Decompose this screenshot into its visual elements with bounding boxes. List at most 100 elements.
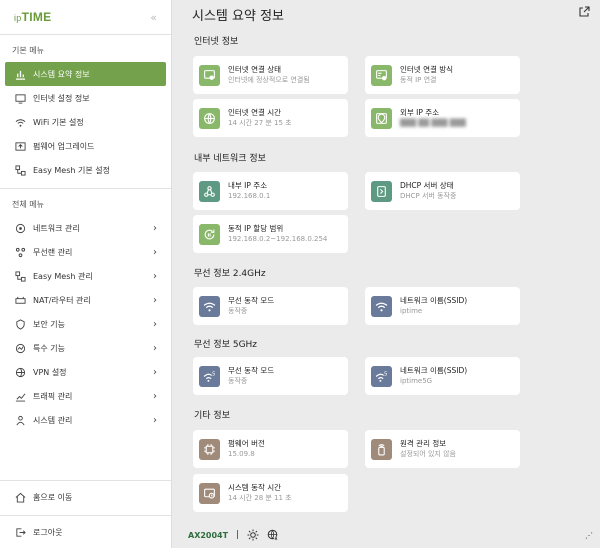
card-title: 네트워크 이름(SSID): [400, 366, 468, 375]
sidebar-item-system-summary[interactable]: 시스템 요약 정보: [5, 62, 166, 86]
card-value: 14 시간 28 분 11 초: [228, 494, 292, 502]
chevron-right-icon: ›: [153, 270, 157, 282]
collapse-sidebar-icon[interactable]: «: [150, 11, 157, 24]
divider: [0, 480, 172, 481]
chart-icon: [14, 68, 26, 80]
sidebar-item-vpn[interactable]: VPN 설정 ›: [0, 360, 171, 384]
network-icon: [14, 222, 26, 234]
sidebar-item-label: 무선랜 관리: [33, 247, 73, 257]
logo-row: ipTIME «: [0, 0, 171, 34]
card-remote-management: 원격 관리 정보 설정되어 있지 않음: [365, 430, 520, 468]
wifi-icon: [199, 295, 220, 317]
card-value: 192.168.0.1: [228, 192, 271, 200]
sidebar-item-label: WiFi 기본 설정: [33, 117, 84, 127]
card-system-uptime: 시스템 동작 시간 14 시간 28 분 11 초: [193, 474, 348, 512]
card-title: 시스템 동작 시간: [228, 483, 282, 492]
sidebar-item-label: VPN 설정: [33, 367, 67, 377]
card-value: iptime: [400, 307, 423, 315]
sidebar-item-system[interactable]: 시스템 관리 ›: [0, 408, 171, 432]
sidebar-item-easy-mesh[interactable]: Easy Mesh 관리 ›: [0, 264, 171, 288]
divider: [0, 515, 172, 516]
vpn-icon: [14, 366, 26, 378]
system-clock-icon: [199, 482, 220, 504]
remote-device-icon: [371, 438, 392, 460]
sidebar-item-label: 특수 기능: [33, 343, 65, 353]
group-title-internet: 인터넷 정보: [194, 37, 239, 47]
svg-text:5: 5: [384, 371, 387, 377]
wifi-icon: [14, 116, 26, 128]
card-title: 인터넷 연결 상태: [228, 65, 282, 74]
ip-cycle-icon: [199, 223, 220, 245]
card-internal-ip: 내부 IP 주소 192.168.0.1: [193, 172, 348, 210]
traffic-icon: [14, 390, 26, 402]
page-title: 시스템 요약 정보: [192, 9, 284, 24]
sidebar-item-wireless[interactable]: 무선랜 관리 ›: [0, 240, 171, 264]
mesh-icon: [14, 270, 26, 282]
language-icon[interactable]: [267, 529, 279, 541]
sidebar-item-easy-mesh-basic[interactable]: Easy Mesh 기본 설정: [0, 158, 171, 182]
logout-button[interactable]: 로그아웃: [0, 520, 172, 544]
card-title: 원격 관리 정보: [400, 439, 447, 448]
network-nodes-icon: [199, 180, 220, 202]
card-wireless5-mode: 5 무선 동작 모드 동작중: [193, 357, 348, 395]
sidebar-item-wifi-basic[interactable]: WiFi 기본 설정: [0, 110, 171, 134]
card-title: 외부 IP 주소: [400, 108, 440, 117]
sidebar-item-traffic[interactable]: 트래픽 관리 ›: [0, 384, 171, 408]
card-value: 192.168.0.2~192.168.0.254: [228, 235, 328, 243]
home-icon: [14, 491, 26, 503]
card-value: 14 시간 27 분 15 초: [228, 119, 292, 127]
sidebar-item-firmware-upgrade[interactable]: 펌웨어 업그레이드: [0, 134, 171, 158]
dhcp-server-icon: [371, 180, 392, 202]
router-icon: [14, 294, 26, 306]
card-title: 펌웨어 버전: [228, 439, 265, 448]
sun-icon[interactable]: [247, 529, 259, 541]
special-icon: [14, 342, 26, 354]
sidebar-item-network[interactable]: 네트워크 관리 ›: [0, 216, 171, 240]
chevron-right-icon: ›: [153, 222, 157, 234]
monitor-icon: [14, 92, 26, 104]
card-value: iptime5G: [400, 377, 433, 385]
sidebar-item-nat-router[interactable]: NAT/라우터 관리 ›: [0, 288, 171, 312]
card-title: 내부 IP 주소: [228, 181, 268, 190]
sidebar-item-internet-settings[interactable]: 인터넷 설정 정보: [0, 86, 171, 110]
sidebar-item-special[interactable]: 특수 기능 ›: [0, 336, 171, 360]
chevron-right-icon: ›: [153, 366, 157, 378]
sidebar-item-label: 보안 기능: [33, 319, 65, 329]
internet-method-icon: [371, 64, 392, 86]
card-wireless24-ssid: 네트워크 이름(SSID) iptime: [365, 287, 520, 325]
card-value: DHCP 서버 동작중: [400, 192, 457, 200]
wifi-icon: [371, 295, 392, 317]
sidebar-item-label: NAT/라우터 관리: [33, 295, 91, 305]
card-value: 동작중: [228, 377, 248, 385]
group-title-wireless-24: 무선 정보 2.4GHz: [194, 269, 266, 279]
card-value: 동적 IP 연결: [400, 76, 437, 84]
sidebar-item-label: 네트워크 관리: [33, 223, 80, 233]
sidebar-item-security[interactable]: 보안 기능 ›: [0, 312, 171, 336]
group-title-internal-network: 내부 네트워크 정보: [194, 154, 266, 164]
globe-icon: [199, 107, 220, 129]
export-icon[interactable]: [578, 6, 590, 18]
chevron-right-icon: ›: [153, 318, 157, 330]
location-pin-icon: [371, 107, 392, 129]
card-internet-status: 인터넷 연결 상태 인터넷에 정상적으로 연결됨: [193, 56, 348, 94]
sidebar-item-label: 시스템 요약 정보: [33, 69, 90, 79]
shield-icon: [14, 318, 26, 330]
card-wireless24-mode: 무선 동작 모드 동작중: [193, 287, 348, 325]
iptime-logo[interactable]: ipTIME: [14, 10, 51, 24]
all-menu-label: 전체 메뉴: [12, 200, 44, 209]
svg-text:5: 5: [212, 371, 215, 377]
chevron-right-icon: ›: [153, 414, 157, 426]
group-title-other: 기타 정보: [194, 411, 230, 421]
home-button[interactable]: 홈으로 이동: [0, 485, 172, 509]
sidebar-item-label: 인터넷 설정 정보: [33, 93, 90, 103]
card-title: 인터넷 연결 시간: [228, 108, 282, 117]
system-icon: [14, 414, 26, 426]
card-external-ip: 외부 IP 주소 ███ ██ ███ ███: [365, 99, 520, 137]
card-firmware-version: 펌웨어 버전 15.09.8: [193, 430, 348, 468]
sidebar-item-label: Easy Mesh 관리: [33, 271, 93, 281]
chevron-right-icon: ›: [153, 390, 157, 402]
card-value: 15.09.8: [228, 450, 255, 458]
basic-menu-label: 기본 메뉴: [12, 46, 44, 55]
more-dots-icon[interactable]: ⋰: [585, 531, 593, 540]
home-label: 홈으로 이동: [33, 492, 73, 502]
